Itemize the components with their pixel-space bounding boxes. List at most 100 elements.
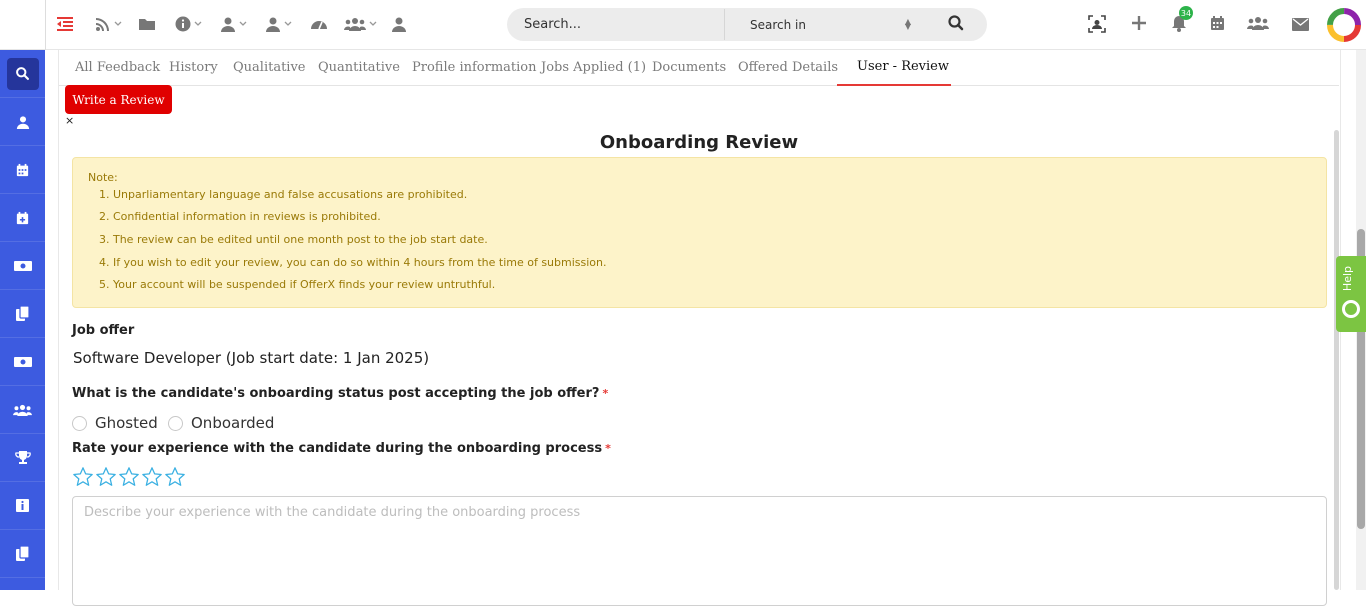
onboarding-status-label: What is the candidate's onboarding statu… [72,386,608,401]
copy-icon [16,306,29,321]
profile-button[interactable] [391,14,407,34]
calendar-icon[interactable] [1210,15,1225,35]
user-icon [392,17,406,32]
help-label: Help [1341,266,1354,292]
sidebar-item-search[interactable] [0,50,45,98]
sidebar-item-profile[interactable] [0,98,45,146]
radio-ghosted[interactable]: Ghosted [72,414,158,432]
user-icon [266,17,280,32]
radio-label: Onboarded [191,414,275,432]
write-review-button[interactable]: Write a Review [65,85,172,114]
lifebuoy-icon [1342,300,1360,318]
note-item: 3. The review can be edited until one mo… [99,233,488,246]
user-menu-2[interactable] [265,14,292,34]
sidebar-item-team[interactable] [0,386,45,434]
mail-icon[interactable] [1292,16,1309,35]
chevron-down-icon [194,21,202,26]
sidebar-item-payments[interactable] [0,242,45,290]
tab-quantitative[interactable]: Quantitative [318,60,400,75]
star-icon[interactable] [118,466,140,488]
team-icon[interactable] [1247,15,1269,35]
sidebar-item-billing[interactable] [0,338,45,386]
tab-profile-information[interactable]: Profile information [412,60,536,75]
left-sidebar [0,50,45,590]
note-box: Note: 1. Unparliamentary language and fa… [72,157,1327,308]
tab-all-feedback[interactable]: All Feedback [75,60,160,75]
tab-offered-details[interactable]: Offered Details [738,60,838,75]
content-scrollbar[interactable] [1334,130,1339,590]
required-mark: * [605,442,611,455]
tab-user-review[interactable]: User - Review [857,59,949,74]
tab-documents[interactable]: Documents [652,60,726,75]
search-in-label: Search in [750,17,806,32]
radio-label: Ghosted [95,414,158,432]
users-icon [13,404,32,416]
tab-qualitative[interactable]: Qualitative [233,60,306,75]
menu-toggle-icon[interactable] [56,15,74,33]
star-icon[interactable] [164,466,186,488]
sidebar-item-rewards[interactable] [0,434,45,482]
info-icon [175,16,191,32]
close-icon[interactable]: × [65,114,74,127]
sidebar-item-calendar[interactable] [0,146,45,194]
radio-circle[interactable] [168,415,183,431]
trophy-icon [14,450,31,464]
user-icon [221,17,235,32]
sidebar-item-schedule[interactable] [0,194,45,242]
money-icon [13,356,32,367]
sidebar-item-info[interactable] [0,482,45,530]
search-input[interactable] [507,8,725,41]
star-icon[interactable] [95,466,117,488]
scan-icon[interactable] [1088,15,1106,37]
star-icon[interactable] [141,466,163,488]
rss-icon [96,18,109,31]
calendar-plus-icon [16,211,29,224]
plus-icon[interactable] [1131,15,1147,35]
money-icon [13,260,32,271]
radio-onboarded[interactable]: Onboarded [168,414,274,432]
info-menu[interactable] [175,14,202,34]
calendar-icon [16,163,29,176]
copy-icon [16,546,29,561]
job-offer-value: Software Developer (Job start date: 1 Ja… [73,349,430,367]
gauge-icon [311,21,327,30]
tab-history[interactable]: History [169,60,218,75]
note-item: 4. If you wish to edit your review, you … [99,256,607,269]
info-box-icon [16,499,29,512]
top-bar: Search in ▲▼ 34 [0,0,1366,50]
search-in-select[interactable]: Search in ▲ ▼ [733,8,923,41]
star-rating [72,466,186,488]
tab-bar: All Feedback History Qualitative Quantit… [59,50,1339,86]
rating-label: Rate your experience with the candidate … [72,441,611,456]
user-menu[interactable] [220,14,247,34]
radio-circle[interactable] [72,415,87,431]
notification-badge: 34 [1179,6,1193,20]
search-icon [16,67,29,80]
group-menu[interactable] [344,14,377,34]
avatar[interactable] [1326,7,1362,43]
main-panel: All Feedback History Qualitative Quantit… [58,50,1341,606]
select-arrows-icon: ▲ ▼ [904,17,911,31]
rating-question: Rate your experience with the candidate … [72,441,603,456]
global-search: Search in ▲▼ [507,8,987,41]
page-title: Onboarding Review [599,132,799,153]
note-item: 1. Unparliamentary language and false ac… [99,188,468,201]
dashboard-button[interactable] [310,14,328,34]
search-icon[interactable] [947,14,967,34]
star-icon[interactable] [72,466,94,488]
note-title: Note: [88,171,118,184]
sidebar-item-files[interactable] [0,530,45,578]
chevron-down-icon [284,21,292,26]
note-item: 2. Confidential information in reviews i… [99,210,381,223]
tab-jobs-applied[interactable]: Jobs Applied (1) [541,60,646,75]
sidebar-item-documents[interactable] [0,290,45,338]
folder-button[interactable] [138,14,157,34]
active-tab-indicator [837,84,951,86]
logo-area [0,0,46,50]
sidebar-active-box [6,57,39,90]
search-divider [724,9,725,40]
feed-menu[interactable] [95,14,122,34]
onboarding-status-question: What is the candidate's onboarding statu… [72,386,600,401]
required-mark: * [602,387,609,400]
folder-icon [139,19,155,30]
